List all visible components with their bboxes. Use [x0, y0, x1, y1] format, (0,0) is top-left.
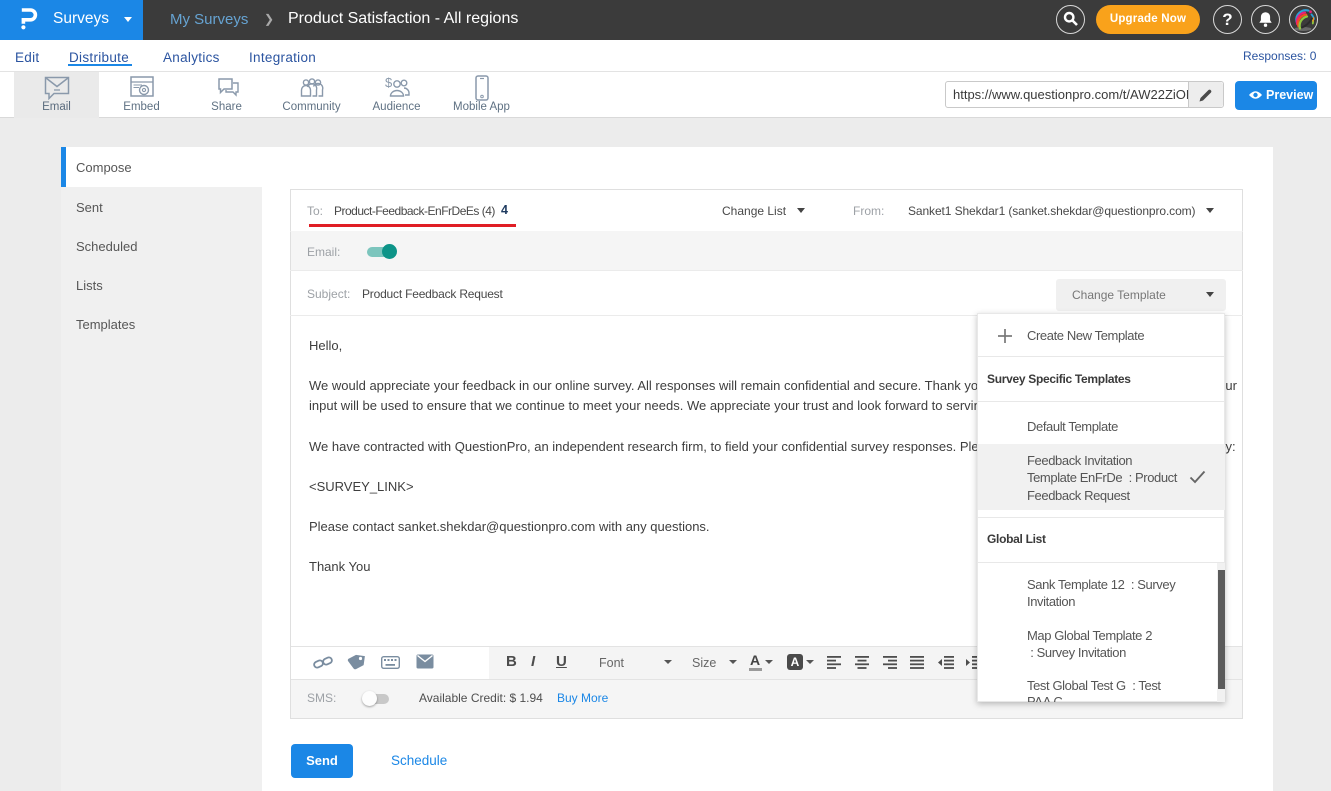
svg-text:$: $ [385, 75, 393, 90]
